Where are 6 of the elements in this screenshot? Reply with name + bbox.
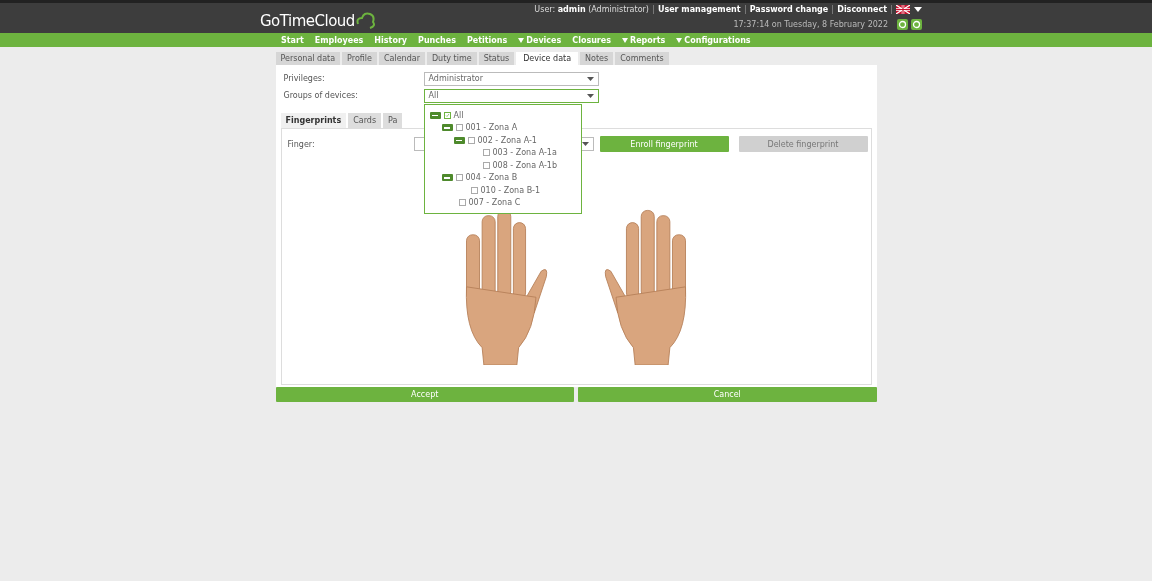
date-time: 17:37:14 on Tuesday, 8 February 2022	[733, 20, 888, 29]
field-label: Groups of devices:	[282, 91, 359, 100]
field-label: Privileges:	[282, 74, 326, 83]
app-logo: GoTimeCloud	[260, 3, 376, 33]
user-info: User: admin (Administrator)	[534, 5, 649, 14]
field-label: Finger:	[286, 139, 316, 149]
